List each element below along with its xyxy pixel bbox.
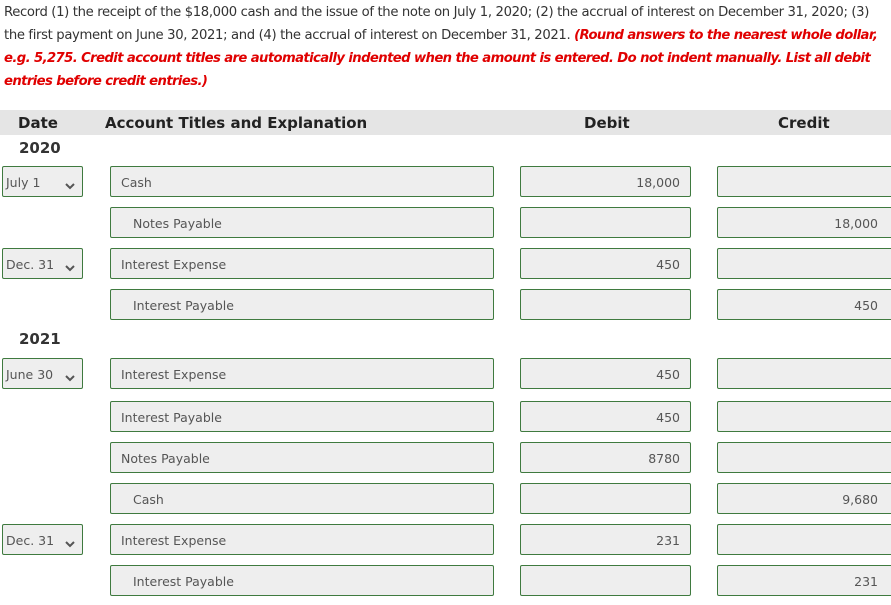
credit-input[interactable] xyxy=(717,442,891,473)
credit-value: 450 xyxy=(854,298,878,313)
header-debit: Debit xyxy=(584,114,630,132)
date-value: Dec. 31 xyxy=(6,533,55,548)
date-value: June 30 xyxy=(6,367,54,382)
date-value: July 1 xyxy=(6,175,41,190)
chevron-down-icon xyxy=(64,258,76,272)
credit-input[interactable] xyxy=(717,401,891,432)
account-title-input[interactable]: Interest Expense xyxy=(110,358,494,389)
credit-input[interactable]: 450 xyxy=(717,289,891,320)
credit-input[interactable] xyxy=(717,358,891,389)
account-title-value: Interest Payable xyxy=(121,410,222,425)
debit-value: 231 xyxy=(656,533,680,548)
debit-value: 8780 xyxy=(648,451,680,466)
account-title-input[interactable]: Cash xyxy=(110,166,494,197)
account-title-value: Notes Payable xyxy=(121,451,210,466)
chevron-down-icon xyxy=(64,368,76,382)
chevron-down-icon xyxy=(64,176,76,190)
account-title-input[interactable]: Cash xyxy=(110,483,494,514)
credit-value: 9,680 xyxy=(842,492,878,507)
account-title-value: Cash xyxy=(133,492,164,507)
account-title-input[interactable]: Interest Payable xyxy=(110,401,494,432)
debit-input[interactable]: 450 xyxy=(520,358,691,389)
credit-input[interactable] xyxy=(717,166,891,197)
account-title-input[interactable]: Notes Payable xyxy=(110,442,494,473)
header-credit: Credit xyxy=(778,114,830,132)
debit-value: 450 xyxy=(656,410,680,425)
debit-input[interactable]: 450 xyxy=(520,401,691,432)
debit-input[interactable]: 8780 xyxy=(520,442,691,473)
credit-input[interactable] xyxy=(717,524,891,555)
account-title-input[interactable]: Interest Payable xyxy=(110,565,494,596)
account-title-value: Interest Expense xyxy=(121,257,227,272)
date-select[interactable]: Dec. 31 xyxy=(2,524,83,555)
account-title-input[interactable]: Interest Payable xyxy=(110,289,494,320)
debit-input[interactable] xyxy=(520,207,691,238)
table-header: Date Account Titles and Explanation Debi… xyxy=(0,110,891,135)
account-title-input[interactable]: Notes Payable xyxy=(110,207,494,238)
account-title-input[interactable]: Interest Expense xyxy=(110,248,494,279)
account-title-input[interactable]: Interest Expense xyxy=(110,524,494,555)
account-title-value: Notes Payable xyxy=(133,216,222,231)
debit-input[interactable]: 450 xyxy=(520,248,691,279)
account-title-value: Interest Expense xyxy=(121,367,227,382)
account-title-value: Interest Payable xyxy=(133,574,234,589)
account-title-value: Interest Expense xyxy=(121,533,227,548)
year-label: 2020 xyxy=(19,139,61,157)
year-label: 2021 xyxy=(19,330,61,348)
credit-value: 231 xyxy=(854,574,878,589)
chevron-down-icon xyxy=(64,534,76,548)
debit-input[interactable]: 18,000 xyxy=(520,166,691,197)
credit-input[interactable] xyxy=(717,248,891,279)
debit-input[interactable]: 231 xyxy=(520,524,691,555)
credit-value: 18,000 xyxy=(834,216,878,231)
instructions: Record (1) the receipt of the $18,000 ca… xyxy=(4,1,888,93)
account-title-value: Cash xyxy=(121,175,152,190)
header-account: Account Titles and Explanation xyxy=(105,114,368,132)
date-select[interactable]: Dec. 31 xyxy=(2,248,83,279)
date-select[interactable]: June 30 xyxy=(2,358,83,389)
date-value: Dec. 31 xyxy=(6,257,55,272)
debit-input[interactable] xyxy=(520,483,691,514)
credit-input[interactable]: 9,680 xyxy=(717,483,891,514)
debit-value: 450 xyxy=(656,367,680,382)
debit-input[interactable] xyxy=(520,565,691,596)
credit-input[interactable]: 231 xyxy=(717,565,891,596)
debit-value: 450 xyxy=(656,257,680,272)
date-select[interactable]: July 1 xyxy=(2,166,83,197)
debit-input[interactable] xyxy=(520,289,691,320)
credit-input[interactable]: 18,000 xyxy=(717,207,891,238)
debit-value: 18,000 xyxy=(636,175,680,190)
header-date: Date xyxy=(18,114,58,132)
account-title-value: Interest Payable xyxy=(133,298,234,313)
